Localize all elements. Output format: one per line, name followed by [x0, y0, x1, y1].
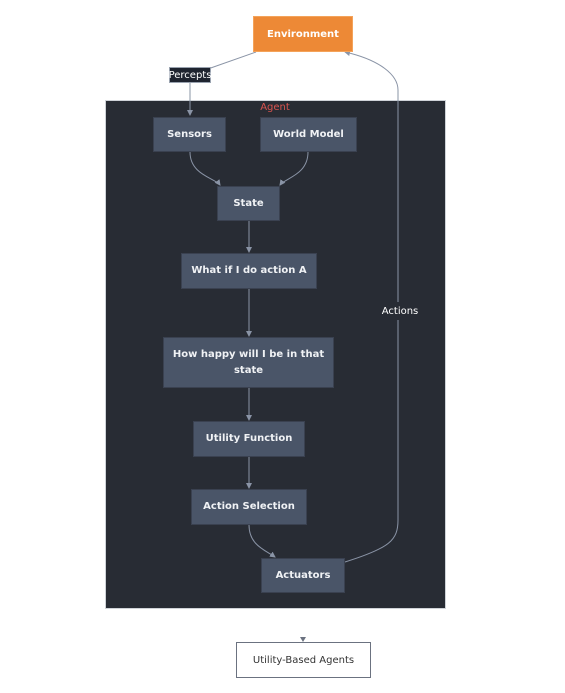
node-utility-function[interactable]: Utility Function: [193, 421, 305, 457]
node-label: Utility Function: [205, 433, 293, 444]
edge-label-actions: Actions: [380, 306, 420, 317]
node-label: Actuators: [275, 569, 331, 581]
node-label: What if I do action A: [191, 265, 307, 276]
node-action-selection[interactable]: Action Selection: [191, 489, 307, 525]
title-label: Utility-Based Agents: [252, 654, 355, 666]
node-sensors[interactable]: Sensors: [153, 117, 226, 152]
node-environment[interactable]: Environment: [253, 16, 353, 52]
node-label: State: [233, 197, 264, 209]
edge-environment-sensors: [190, 51, 257, 115]
node-label: Action Selection: [203, 501, 295, 512]
node-actuators[interactable]: Actuators: [261, 558, 345, 593]
node-state[interactable]: State: [217, 186, 280, 221]
edge-worldmodel-state: [279, 151, 309, 186]
edge-actionselection-actuators: [248, 524, 276, 558]
node-label: Sensors: [167, 128, 212, 140]
edge-label-percepts: Percepts: [169, 67, 211, 83]
node-world-model[interactable]: World Model: [260, 117, 357, 152]
edge-sensors-state: [189, 151, 221, 186]
node-how-happy[interactable]: How happy will I be in that state: [163, 337, 334, 388]
node-what-if[interactable]: What if I do action A: [181, 253, 317, 289]
node-label: World Model: [273, 128, 344, 140]
diagram-title: Utility-Based Agents: [236, 642, 371, 678]
node-label: Environment: [267, 28, 339, 40]
node-label: How happy will I be in that state: [172, 348, 325, 376]
